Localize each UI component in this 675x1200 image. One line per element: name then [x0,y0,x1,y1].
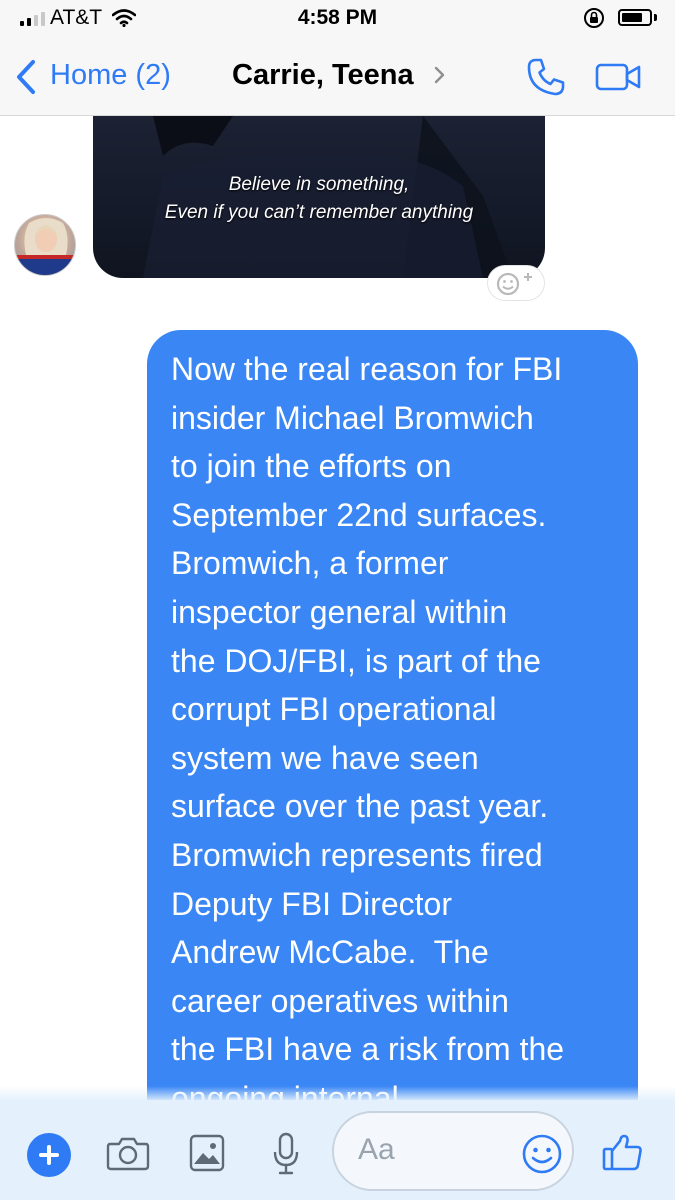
image-caption-line-1: Believe in something, [228,174,410,195]
message-line: the FBI have a risk from the [171,1031,565,1068]
message-line: to join the efforts on [171,448,452,485]
message-line: Bromwich represents fired [171,836,543,873]
message-line: Andrew McCabe. The [171,934,489,971]
camera-icon[interactable] [106,1135,150,1171]
avatar[interactable] [14,214,76,276]
message-line: the DOJ/FBI, is part of the [171,642,541,679]
message-thread[interactable]: Believe in something, Even if you can’t … [0,116,675,1100]
message-line: system we have seen [171,739,479,776]
message-line: Bromwich, a former [171,545,449,582]
message-line: inspector general within [171,593,508,630]
outgoing-message-bubble[interactable]: Now the real reason for FBI insider Mich… [147,330,638,1100]
back-button[interactable]: Home (2) [50,59,171,92]
conversation-header: Home (2) Carrie, Teena [0,36,675,116]
phone-icon[interactable] [525,56,567,98]
photo-figure [143,116,513,278]
smiley-icon[interactable] [521,1133,563,1175]
image-message[interactable]: Believe in something, Even if you can’t … [93,116,545,278]
message-line: insider Michael Bromwich [171,399,534,436]
clock: 4:58 PM [297,6,378,29]
video-camera-icon[interactable] [595,62,643,92]
add-reaction-icon [496,272,532,296]
message-line: career operatives within [171,982,509,1019]
message-line: September 22nd surfaces. [171,496,547,533]
thumbs-up-icon[interactable] [602,1133,644,1173]
message-line: Deputy FBI Director [171,885,452,922]
avatar-banner [15,255,75,275]
image-gallery-icon[interactable] [189,1134,225,1172]
composer-fade [0,1086,675,1100]
add-button[interactable] [27,1133,71,1177]
battery-icon [618,9,652,26]
message-line: corrupt FBI operational [171,691,497,728]
image-caption-line-2: Even if you can’t remember anything [164,202,474,223]
orientation-lock-icon [584,8,604,28]
microphone-icon[interactable] [272,1132,300,1176]
message-line: surface over the past year. [171,788,549,825]
message-line: Now the real reason for FBI [171,351,563,387]
battery-tip [654,14,657,21]
conversation-title[interactable]: Carrie, Teena [232,59,414,92]
status-bar: AT&T 4:58 PM [0,0,675,36]
add-reaction-button[interactable] [488,266,544,300]
chevron-right-icon[interactable] [433,66,445,84]
chevron-left-icon[interactable] [14,58,38,96]
message-input-placeholder: Aa [358,1133,395,1166]
